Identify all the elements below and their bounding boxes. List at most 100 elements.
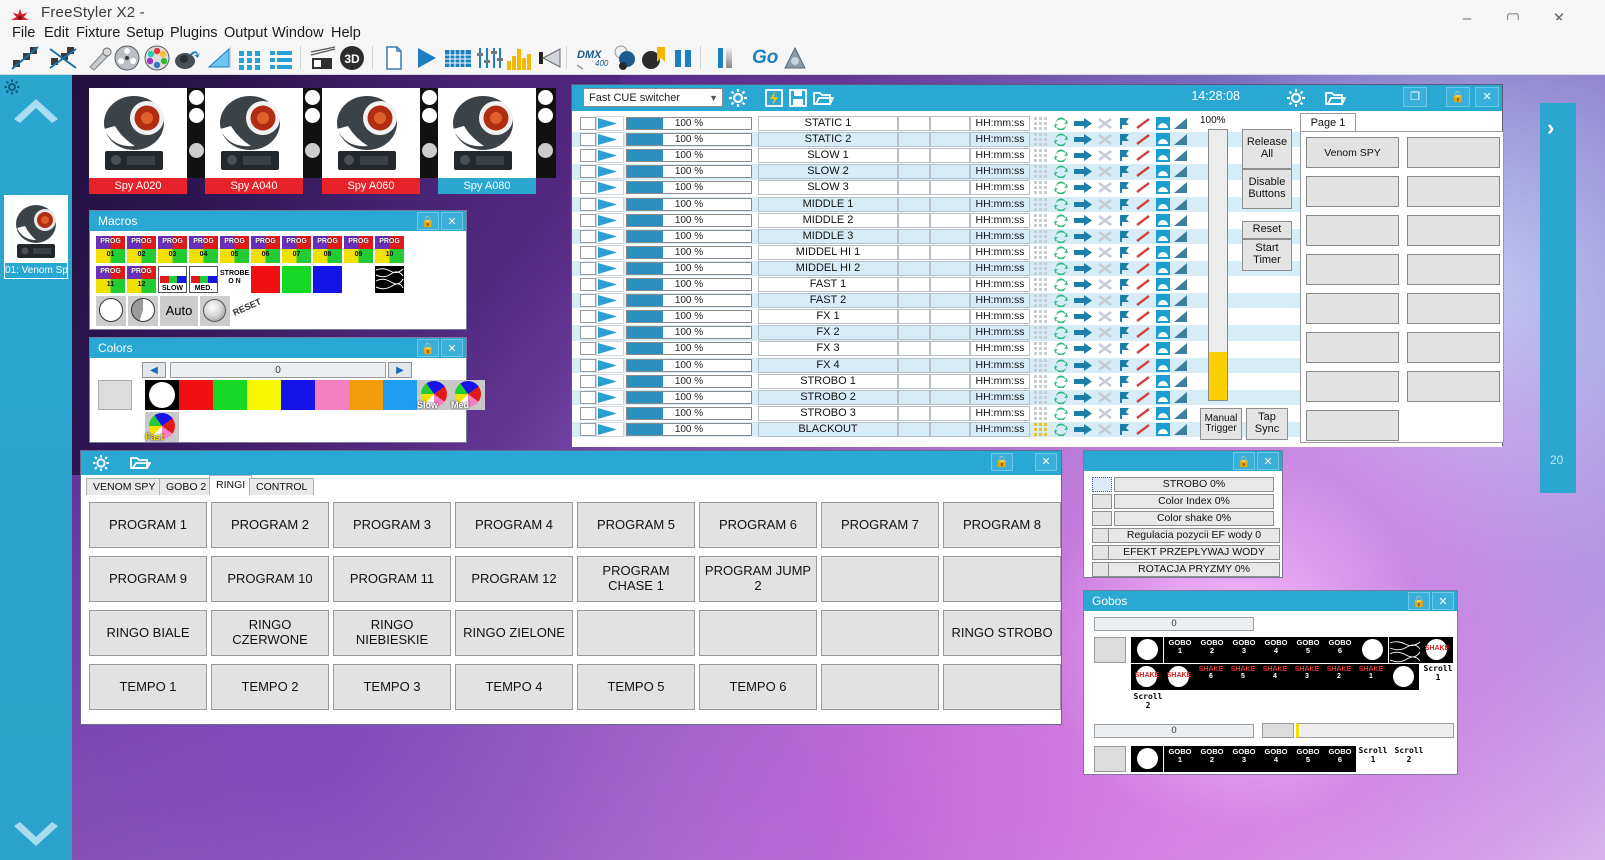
cue-row-percent[interactable]: 100 % [626,326,752,339]
no-entry-icon[interactable] [1136,391,1150,407]
cue-row-time[interactable]: HH:mm:ss [970,197,1030,212]
gobo-slider-2-handle[interactable] [1262,723,1294,738]
grid-icon[interactable] [1034,278,1047,294]
cue-row-field-a[interactable] [898,325,930,340]
macro-prog-08[interactable]: PROG08 [313,236,342,263]
globe-icon[interactable] [612,44,638,72]
matrix-icon[interactable] [443,44,473,72]
program-button[interactable]: TEMPO 2 [211,664,329,710]
arrow-right-icon[interactable] [1074,342,1092,358]
strobo-row-rotacja[interactable]: ROTACJA PRYZMY 0% [1108,562,1280,577]
macro-prog-02[interactable]: PROG02 [127,236,156,263]
flag-icon[interactable] [1118,262,1131,278]
flag-icon[interactable] [1118,294,1131,310]
submaster-icon[interactable] [712,44,738,72]
grid-icon[interactable] [237,44,263,72]
strobo-toggle-2[interactable] [1092,511,1112,526]
gear-icon[interactable] [1285,88,1307,108]
arrow-right-icon[interactable] [1074,149,1092,165]
grid-icon[interactable] [1034,133,1047,149]
loop-icon[interactable] [1054,310,1068,326]
cone-icon[interactable] [1174,407,1188,423]
play-icon[interactable] [412,44,440,72]
flag-icon[interactable] [1118,133,1131,149]
no-entry-icon[interactable] [1136,359,1150,375]
page-button[interactable] [1407,137,1500,168]
cue-row-percent[interactable]: 100 % [626,198,752,211]
arrow-right-icon[interactable] [1074,133,1092,149]
arrow-right-icon[interactable] [1074,278,1092,294]
cue-row-field-b[interactable] [930,261,970,276]
yellow-swatch[interactable] [247,380,281,410]
macro-prog-06[interactable]: PROG06 [251,236,280,263]
fade-icon[interactable] [1156,294,1170,310]
arrow-right-icon[interactable] [1074,262,1092,278]
flag-icon[interactable] [1118,359,1131,375]
cue-row-time[interactable]: HH:mm:ss [970,245,1030,260]
cue-row-checkbox[interactable] [580,294,596,307]
arrow-right-icon[interactable] [1074,230,1092,246]
macro-prog-01[interactable]: PROG01 [96,236,125,263]
close-icon[interactable]: ✕ [1432,592,1454,610]
lock-icon[interactable]: 🔒 [417,339,439,357]
cue-row-time[interactable]: HH:mm:ss [970,422,1030,437]
lock-icon[interactable]: 🔒 [417,212,439,230]
folder-open-icon[interactable] [1324,88,1346,108]
cue-row-name[interactable]: MIDDEL HI 1 [758,245,898,260]
cue-row-time[interactable]: HH:mm:ss [970,213,1030,228]
lock-icon[interactable]: 🔒 [1233,452,1255,470]
cue-row-checkbox[interactable] [580,198,596,211]
gobo-open-1[interactable] [1131,637,1163,663]
grid-icon[interactable] [1034,423,1047,439]
grid-icon[interactable] [1034,342,1047,358]
flag-icon[interactable] [1118,246,1131,262]
gobo-6[interactable]: GOBO6 [1324,637,1356,663]
grid-icon[interactable] [1034,246,1047,262]
grid-icon[interactable] [1034,391,1047,407]
macro-open-circle[interactable] [96,296,126,326]
cue-row-field-a[interactable] [898,180,930,195]
fade-icon[interactable] [1156,278,1170,294]
cue-row-field-a[interactable] [898,116,930,131]
gobo-shake-top[interactable]: SHAKE [1421,637,1453,663]
shuffle-icon[interactable] [1098,294,1112,310]
cue-row-time[interactable]: HH:mm:ss [970,341,1030,356]
gobo-wheel-icon[interactable] [113,44,141,72]
gobo2-4[interactable]: GOBO4 [1260,746,1292,772]
fade-icon[interactable] [308,44,338,72]
3d-icon[interactable]: 3D [338,44,366,72]
shuffle-icon[interactable] [1098,342,1112,358]
no-entry-icon[interactable] [1136,117,1150,133]
cue-row-name[interactable]: FAST 2 [758,293,898,308]
cue-row-field-b[interactable] [930,116,970,131]
arrow-right-icon[interactable] [1074,359,1092,375]
arrow-right-icon[interactable] [1074,214,1092,230]
page-button[interactable] [1306,371,1399,402]
cue-row-field-b[interactable] [930,309,970,324]
page-button[interactable] [1306,215,1399,246]
cue-row-field-b[interactable] [930,358,970,373]
cue-row-field-a[interactable] [898,197,930,212]
cue-row-percent[interactable]: 100 % [626,246,752,259]
grid-icon[interactable] [1034,407,1047,423]
arrow-right-icon[interactable] [1074,326,1092,342]
page-button[interactable] [1306,410,1399,441]
shuffle-icon[interactable] [1098,246,1112,262]
close-icon[interactable]: ✕ [441,339,463,357]
cone-icon[interactable] [1174,423,1188,439]
sidebar-fixture-item[interactable]: 01: Venom Sp [4,195,68,279]
program-button[interactable]: PROGRAM CHASE 1 [577,556,695,602]
shuffle-icon[interactable] [1098,391,1112,407]
strobo-toggle-0[interactable] [1092,477,1112,492]
flag-icon[interactable] [1118,149,1131,165]
cue-row-play-button[interactable] [596,358,624,373]
orange-swatch[interactable] [349,380,383,410]
gobo2-3[interactable]: GOBO3 [1228,746,1260,772]
fast-wheel-swatch[interactable]: Fast [145,412,179,442]
program-button[interactable]: PROGRAM 4 [455,502,573,548]
cue-row-name[interactable]: SLOW 3 [758,180,898,195]
loop-icon[interactable] [1054,278,1068,294]
cone-icon[interactable] [1174,359,1188,375]
cue-row-time[interactable]: HH:mm:ss [970,261,1030,276]
cue-row-field-b[interactable] [930,132,970,147]
